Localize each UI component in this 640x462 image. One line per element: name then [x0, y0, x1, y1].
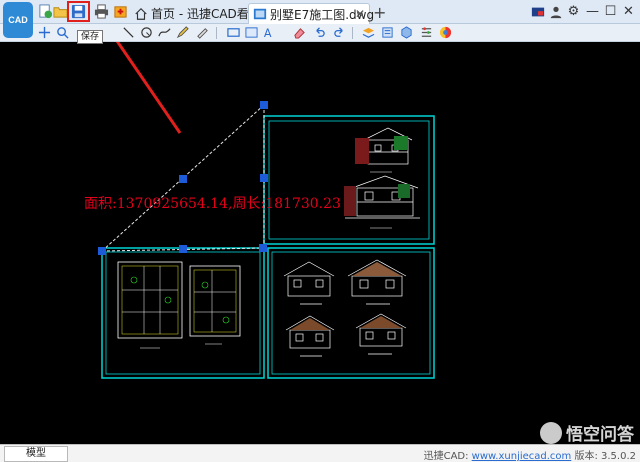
version-info: 迅捷CAD: www.xunjiecad.com 版本: 3.5.0.2	[424, 447, 636, 462]
screen-mode-icon[interactable]	[529, 3, 546, 20]
layer-icon[interactable]	[361, 25, 376, 40]
color-icon[interactable]	[438, 25, 453, 40]
watermark: 悟空问答	[540, 420, 634, 445]
user-icon[interactable]	[547, 3, 564, 20]
gear-icon[interactable]: ⚙	[565, 3, 582, 20]
close-tab-icon[interactable]: ✕	[355, 7, 365, 21]
watermark-text: 悟空问答	[566, 425, 634, 445]
tab-home[interactable]: 首页 - 迅捷CAD看图	[130, 3, 261, 24]
save-tooltip: 保存	[77, 30, 104, 44]
tab-drawing-file[interactable]: 别墅E7施工图.dwg ✕	[248, 3, 374, 24]
section-fill-red	[344, 186, 356, 216]
title-bar: CAD 首页 - 迅捷CAD看图 别墅E7施工图.dwg ✕ + ⚙ — ☐ ✕	[0, 0, 640, 38]
app-logo: CAD	[3, 2, 33, 38]
selection-grips	[98, 101, 268, 255]
status-bar: 模型 迅捷CAD: www.xunjiecad.com 版本: 3.5.0.2	[0, 444, 640, 462]
grip-handle[interactable]	[260, 174, 268, 182]
measure-tool-icon[interactable]	[195, 25, 210, 40]
measurement-result-text: 面积:1370925654.14,周长:181730.23	[84, 196, 341, 212]
section-fill-green	[394, 136, 408, 150]
cad-viewer-window: CAD 首页 - 迅捷CAD看图 别墅E7施工图.dwg ✕ + ⚙ — ☐ ✕…	[0, 0, 640, 462]
line-tool-icon[interactable]	[121, 25, 136, 40]
save-highlight-box	[67, 1, 90, 22]
pencil-tool-icon[interactable]	[175, 25, 190, 40]
floor-plans	[117, 261, 241, 349]
grip-handle[interactable]	[260, 101, 268, 109]
callout-arrow-line	[115, 42, 182, 134]
sheet-frames	[101, 115, 435, 379]
minimize-icon[interactable]: —	[584, 3, 601, 20]
text-tool-icon[interactable]: A	[262, 25, 277, 40]
home-icon	[135, 7, 147, 20]
svg-text:A: A	[264, 27, 272, 39]
pan-icon[interactable]	[37, 25, 52, 40]
curve-tool-icon[interactable]	[157, 25, 172, 40]
export-icon[interactable]	[112, 3, 129, 20]
properties-icon[interactable]	[419, 25, 434, 40]
section-fill-red	[355, 138, 369, 164]
grip-handle[interactable]	[179, 245, 187, 253]
section-fill-green	[398, 184, 410, 198]
circle-tool-icon[interactable]	[139, 25, 154, 40]
drawing-file-icon	[253, 8, 267, 20]
zoom-icon[interactable]	[55, 25, 70, 40]
sheet-inner-frame	[105, 251, 261, 375]
website-link[interactable]: www.xunjiecad.com	[472, 451, 572, 462]
tab-home-label: 首页 - 迅捷CAD看图	[151, 7, 261, 21]
grip-handle[interactable]	[179, 175, 187, 183]
new-tab-icon[interactable]: +	[373, 3, 387, 22]
print-icon[interactable]	[93, 3, 110, 20]
model-tab[interactable]: 模型	[4, 446, 68, 462]
layer-manager-icon[interactable]	[380, 25, 395, 40]
maximize-icon[interactable]: ☐	[602, 3, 619, 20]
close-window-icon[interactable]: ✕	[620, 3, 637, 20]
grip-handle[interactable]	[259, 244, 267, 252]
undo-icon[interactable]	[312, 25, 327, 40]
drawing-canvas[interactable]: 面积:1370925654.14,周长:181730.23	[0, 42, 640, 444]
version-suffix: 版本: 3.5.0.2	[571, 451, 636, 462]
drawing-svg: 面积:1370925654.14,周长:181730.23	[84, 42, 435, 379]
3d-view-icon[interactable]	[399, 25, 414, 40]
toolbar-separator	[216, 27, 217, 39]
rectangle-tool-icon[interactable]	[226, 25, 241, 40]
frame-tool-icon[interactable]	[244, 25, 259, 40]
eraser-icon[interactable]	[292, 25, 307, 40]
version-prefix: 迅捷CAD:	[423, 451, 472, 462]
sheet-frame-sections	[263, 115, 435, 245]
grip-handle[interactable]	[98, 247, 106, 255]
sheet-frame-elevations	[267, 247, 435, 379]
toolbar-separator	[352, 27, 353, 39]
sheet-inner-frame	[271, 251, 431, 375]
watermark-paw-icon	[540, 421, 562, 444]
redo-icon[interactable]	[332, 25, 347, 40]
